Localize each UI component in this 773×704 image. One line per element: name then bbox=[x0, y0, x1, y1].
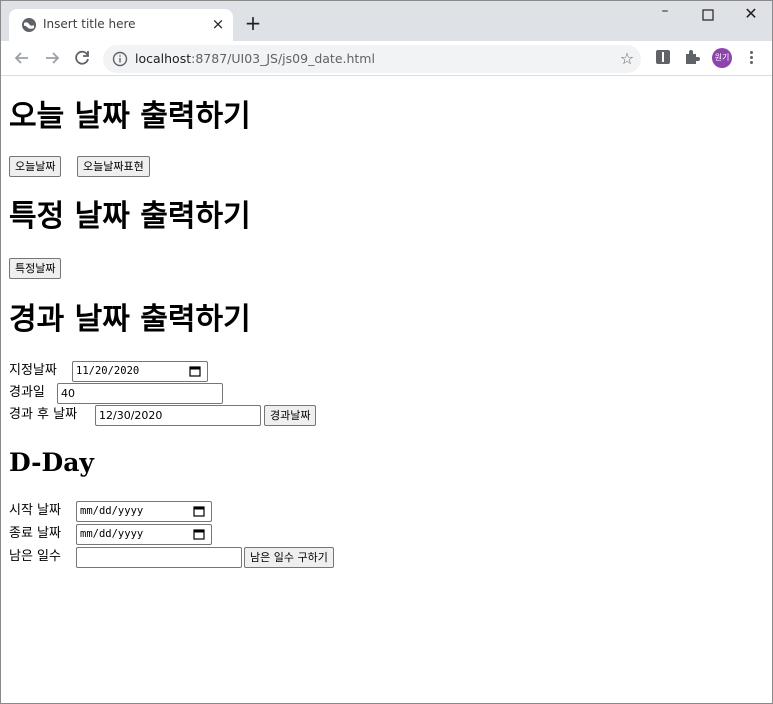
puzzle-icon[interactable] bbox=[683, 48, 701, 66]
calendar-icon[interactable] bbox=[193, 505, 205, 517]
reload-icon[interactable] bbox=[71, 47, 93, 69]
star-icon[interactable]: ☆ bbox=[617, 49, 637, 69]
specific-date-button[interactable]: 특정날짜 bbox=[9, 258, 62, 279]
remaining-days-button[interactable]: 남은 일수 구하기 bbox=[244, 547, 334, 568]
start-date-placeholder: mm/dd/yyyy bbox=[80, 505, 144, 517]
new-tab-button[interactable]: + bbox=[243, 13, 263, 33]
elapsed-days-input[interactable]: 40 bbox=[57, 383, 223, 404]
info-icon[interactable] bbox=[112, 51, 128, 67]
back-icon[interactable] bbox=[11, 47, 33, 69]
extension-icon[interactable] bbox=[656, 50, 670, 64]
start-date-input[interactable]: mm/dd/yyyy bbox=[76, 501, 212, 522]
url-text[interactable]: localhost:8787/UI03_JS/js09_date.html bbox=[135, 51, 375, 66]
minimize-button[interactable]: – bbox=[650, 3, 680, 23]
remaining-days-input[interactable] bbox=[76, 547, 242, 568]
end-date-label: 종료 날짜 bbox=[9, 526, 61, 541]
dday-heading: D-Day bbox=[9, 448, 94, 477]
calendar-icon[interactable] bbox=[193, 528, 205, 540]
menu-icon[interactable] bbox=[748, 49, 754, 67]
maximize-button[interactable] bbox=[693, 5, 723, 25]
remaining-days-label: 남은 일수 bbox=[9, 549, 61, 564]
address-bar[interactable]: localhost:8787/UI03_JS/js09_date.html ☆ bbox=[103, 45, 641, 73]
elapsed-days-label: 경과일 bbox=[9, 385, 45, 400]
active-tab[interactable]: Insert title here × bbox=[9, 9, 233, 41]
forward-icon[interactable] bbox=[41, 47, 63, 69]
close-tab-icon[interactable]: × bbox=[209, 15, 227, 33]
elapsed-days-value: 40 bbox=[61, 387, 75, 400]
start-date-label: 시작 날짜 bbox=[9, 503, 61, 518]
today-heading: 오늘 날짜 출력하기 bbox=[9, 99, 251, 134]
tab-strip: Insert title here × + – ✕ bbox=[1, 1, 772, 41]
maximize-icon bbox=[702, 9, 714, 21]
end-date-input[interactable]: mm/dd/yyyy bbox=[76, 524, 212, 545]
after-date-input[interactable]: 12/30/2020 bbox=[95, 405, 261, 426]
after-date-label: 경과 후 날짜 bbox=[9, 407, 78, 422]
today-button[interactable]: 오늘날짜 bbox=[9, 156, 62, 177]
elapsed-date-button[interactable]: 경과날짜 bbox=[264, 405, 317, 426]
after-date-value: 12/30/2020 bbox=[99, 409, 163, 422]
calendar-icon[interactable] bbox=[189, 365, 201, 377]
elapsed-date-heading: 경과 날짜 출력하기 bbox=[9, 302, 251, 337]
window-close-button[interactable]: ✕ bbox=[736, 4, 766, 24]
end-date-placeholder: mm/dd/yyyy bbox=[80, 528, 144, 540]
specified-date-input[interactable]: 11/20/2020 bbox=[72, 361, 208, 382]
tab-title: Insert title here bbox=[43, 17, 136, 31]
globe-icon bbox=[22, 18, 36, 32]
specified-date-label: 지정날짜 bbox=[9, 363, 57, 378]
profile-avatar[interactable]: 원기 bbox=[712, 48, 732, 68]
browser-window: Insert title here × + – ✕ localhost:8787… bbox=[0, 0, 773, 704]
url-path: :8787/UI03_JS/js09_date.html bbox=[191, 51, 375, 66]
specific-date-heading: 특정 날짜 출력하기 bbox=[9, 199, 251, 234]
today-expression-button[interactable]: 오늘날짜표현 bbox=[77, 156, 150, 177]
specified-date-value: 11/20/2020 bbox=[76, 365, 140, 377]
url-host: localhost bbox=[135, 51, 192, 66]
